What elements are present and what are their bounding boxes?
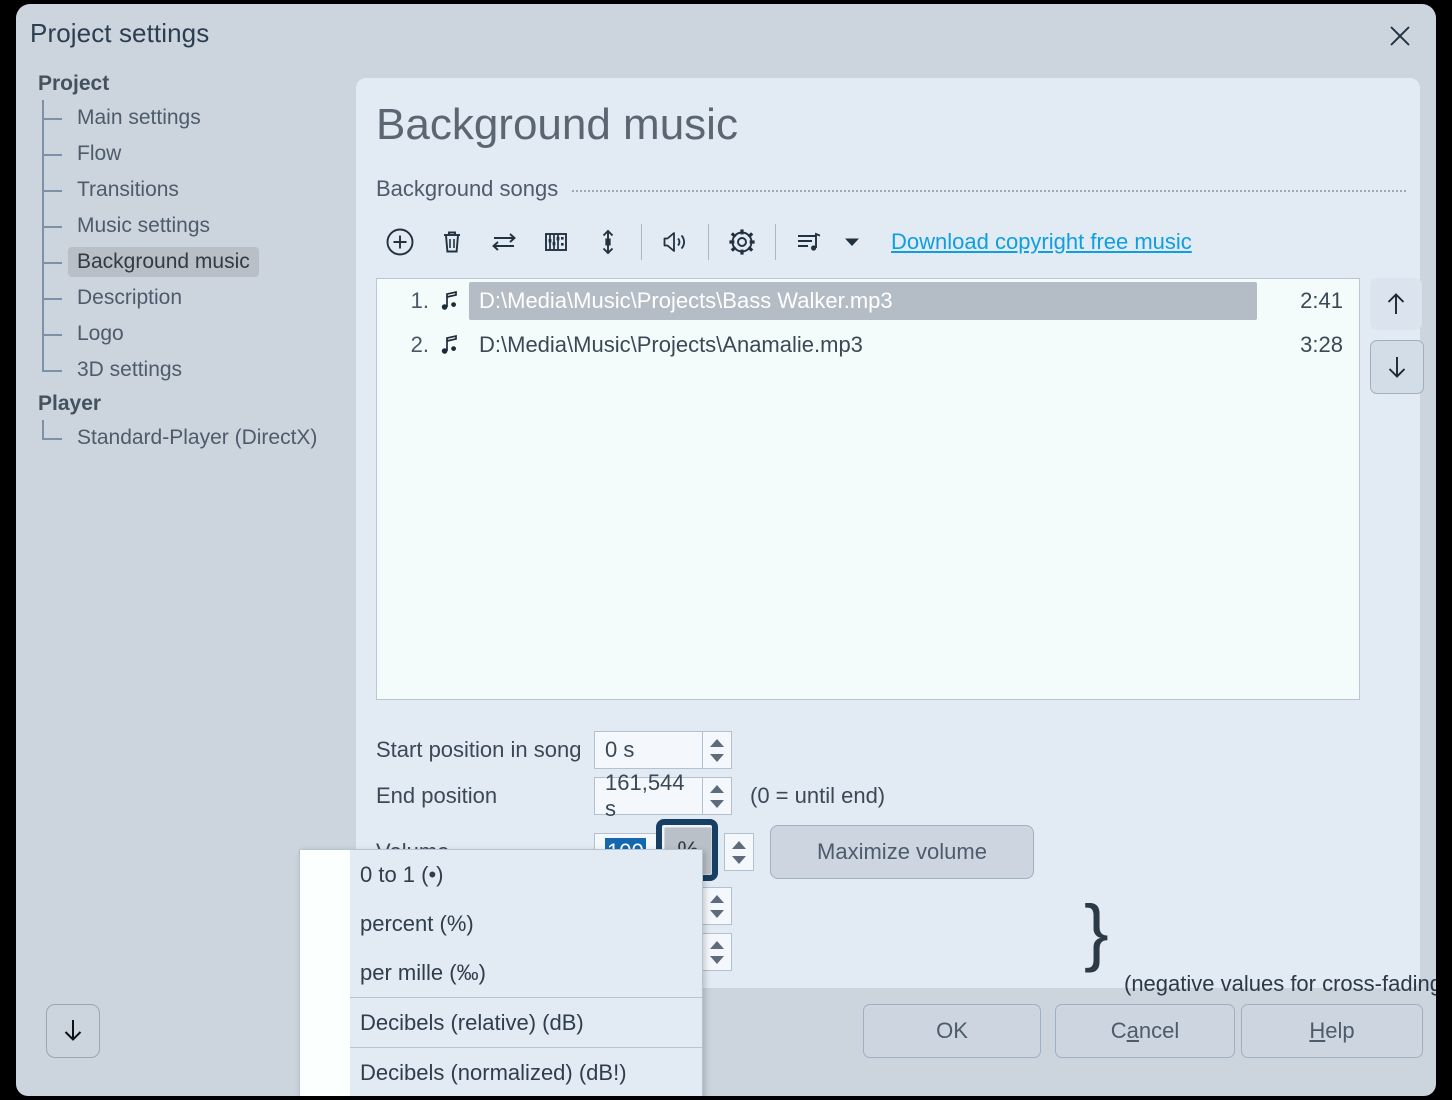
tree-elbow — [42, 420, 68, 456]
song-duration: 2:41 — [1257, 288, 1359, 314]
songs-toolbar: Download copyright free music — [374, 216, 1192, 268]
song-path: D:\Media\Music\Projects\Anamalie.mp3 — [469, 326, 1257, 364]
toolbar-separator — [641, 224, 642, 260]
menu-item-decibels-normalized[interactable]: Decibels (normalized) (dB!) — [350, 1048, 702, 1096]
fade-out-stepper[interactable] — [702, 933, 732, 971]
chevron-down-icon[interactable] — [835, 216, 869, 268]
song-duration: 3:28 — [1257, 332, 1359, 358]
music-note-icon — [429, 289, 469, 313]
sidebar-item-label: 3D settings — [68, 355, 191, 385]
sidebar-item-standard-player[interactable]: Standard-Player (DirectX) — [16, 420, 340, 456]
curly-brace-decoration: } — [1084, 884, 1109, 980]
section-label: Background songs — [376, 176, 558, 202]
tree-elbow — [42, 136, 68, 172]
tree-elbow — [42, 280, 68, 316]
end-position-label: End position — [376, 783, 594, 809]
ok-button-label: OK — [936, 1018, 968, 1044]
song-index: 1. — [387, 288, 429, 314]
delete-song-icon[interactable] — [426, 216, 478, 268]
help-button[interactable]: Help — [1241, 1004, 1423, 1058]
sidebar-item-transitions[interactable]: Transitions — [16, 172, 340, 208]
sidebar-item-label: Music settings — [68, 211, 219, 241]
tree-group-project: Project — [16, 68, 340, 100]
start-position-label: Start position in song — [376, 737, 594, 763]
song-index: 2. — [387, 332, 429, 358]
start-position-row: Start position in song 0 s — [376, 730, 732, 770]
toolbar-separator — [775, 224, 776, 260]
volume-icon[interactable] — [649, 216, 701, 268]
tree-elbow — [42, 244, 68, 280]
swap-songs-icon[interactable] — [478, 216, 530, 268]
tree-group-player: Player — [16, 388, 340, 420]
tree-elbow — [42, 352, 68, 388]
settings-tree: Project Main settings Flow Transitions M… — [16, 68, 340, 1096]
sidebar-item-label: Main settings — [68, 103, 210, 133]
help-button-label: Help — [1309, 1018, 1354, 1044]
fade-in-stepper[interactable] — [702, 887, 732, 925]
end-position-input[interactable]: 161,544 s — [594, 777, 702, 815]
sidebar-item-3d-settings[interactable]: 3D settings — [16, 352, 340, 388]
sidebar-item-label: Transitions — [68, 175, 188, 205]
end-position-stepper[interactable] — [702, 777, 732, 815]
end-position-hint: (0 = until end) — [750, 783, 885, 809]
maximize-volume-button[interactable]: Maximize volume — [770, 825, 1034, 879]
page-title: Background music — [376, 100, 738, 150]
sidebar-item-label: Background music — [68, 247, 259, 277]
volume-unit-dropdown-menu[interactable]: 0 to 1 (•) percent (%) per mille (‰) Dec… — [299, 849, 703, 1096]
music-note-icon — [429, 333, 469, 357]
cancel-button[interactable]: Cancel — [1055, 1004, 1235, 1058]
settings-gear-icon[interactable] — [716, 216, 768, 268]
sidebar-item-main-settings[interactable]: Main settings — [16, 100, 340, 136]
section-divider — [572, 190, 1406, 192]
start-position-stepper[interactable] — [702, 731, 732, 769]
menu-item-per-mille[interactable]: per mille (‰) — [350, 948, 702, 997]
toolbar-separator — [708, 224, 709, 260]
tree-elbow — [42, 208, 68, 244]
tree-elbow — [42, 172, 68, 208]
end-position-row: End position 161,544 s (0 = until end) — [376, 776, 885, 816]
window-title: Project settings — [30, 18, 209, 49]
download-music-link[interactable]: Download copyright free music — [891, 229, 1192, 255]
tree-elbow — [42, 100, 68, 136]
section-header: Background songs — [376, 174, 1406, 204]
fade-hint-label: (negative values for cross-fading possib… — [1124, 971, 1436, 997]
sidebar-item-description[interactable]: Description — [16, 280, 340, 316]
sidebar-item-label: Description — [68, 283, 191, 313]
sidebar-item-label: Standard-Player (DirectX) — [68, 423, 326, 453]
sidebar-item-label: Logo — [68, 319, 133, 349]
tree-elbow — [42, 316, 68, 352]
start-position-input[interactable]: 0 s — [594, 731, 702, 769]
arrow-up-icon[interactable] — [1370, 278, 1422, 330]
download-arrow-icon[interactable] — [46, 1004, 100, 1058]
song-path: D:\Media\Music\Projects\Bass Walker.mp3 — [469, 282, 1257, 320]
playlist-icon[interactable] — [783, 216, 835, 268]
ok-button[interactable]: OK — [863, 1004, 1041, 1058]
menu-item-decibels-relative[interactable]: Decibels (relative) (dB) — [350, 998, 702, 1047]
fit-duration-icon[interactable] — [582, 216, 634, 268]
menu-item-0-to-1[interactable]: 0 to 1 (•) — [350, 850, 702, 899]
table-row[interactable]: 2. D:\Media\Music\Projects\Anamalie.mp3 … — [377, 323, 1359, 367]
add-song-icon[interactable] — [374, 216, 426, 268]
menu-item-percent[interactable]: percent (%) — [350, 899, 702, 948]
cancel-button-label: Cancel — [1111, 1018, 1180, 1044]
close-icon[interactable] — [1378, 14, 1422, 58]
sidebar-item-flow[interactable]: Flow — [16, 136, 340, 172]
arrow-down-icon[interactable] — [1370, 340, 1424, 394]
sidebar-item-music-settings[interactable]: Music settings — [16, 208, 340, 244]
equalizer-icon[interactable] — [530, 216, 582, 268]
sidebar-item-logo[interactable]: Logo — [16, 316, 340, 352]
table-row[interactable]: 1. D:\Media\Music\Projects\Bass Walker.m… — [377, 279, 1359, 323]
title-bar: Project settings — [16, 4, 1436, 68]
dropdown-items: 0 to 1 (•) percent (%) per mille (‰) Dec… — [350, 850, 702, 1096]
sidebar-item-background-music[interactable]: Background music — [16, 244, 340, 280]
project-settings-dialog: Project settings Project Main settings F… — [16, 4, 1436, 1096]
sidebar-item-label: Flow — [68, 139, 130, 169]
volume-stepper[interactable] — [724, 833, 754, 871]
songs-listbox[interactable]: 1. D:\Media\Music\Projects\Bass Walker.m… — [376, 278, 1360, 700]
dropdown-gutter — [300, 850, 350, 1096]
